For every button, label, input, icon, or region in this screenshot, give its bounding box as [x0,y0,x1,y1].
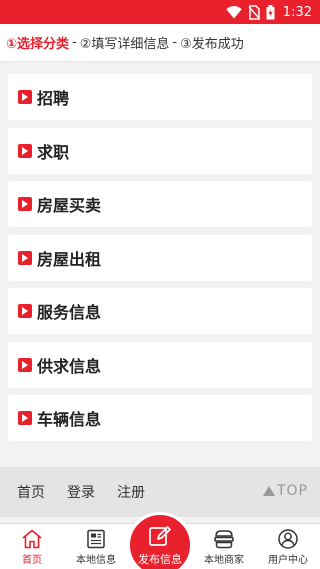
arrow-right-icon [18,357,32,372]
publish-slot: 发布信息 [127,512,193,569]
tab-local-info-label: 本地信息 [76,555,116,566]
store-icon [214,530,234,549]
category-item-recruitment[interactable]: 招聘 [8,74,312,120]
category-label: 供求信息 [37,356,102,376]
tab-home[interactable]: 首页 [0,524,64,569]
tab-local-info[interactable]: 本地信息 [64,524,128,569]
category-label: 车辆信息 [37,410,102,429]
category-item-vehicles[interactable]: 车辆信息 [8,395,312,441]
category-label: 房屋出租 [37,249,102,269]
step-separator: - [172,35,178,50]
tab-user-center[interactable]: 用户中心 [256,524,320,569]
step-publish-success: ③发布成功 [180,37,244,52]
category-label: 招聘 [37,89,70,108]
arrow-right-icon [18,250,32,265]
edit-icon [149,525,171,546]
publish-label: 发布信息 [138,552,182,566]
category-label: 服务信息 [37,303,102,322]
arrow-right-icon [18,143,32,158]
category-label: 房屋买卖 [37,196,102,215]
category-item-house-rent[interactable]: 房屋出租 [8,234,312,281]
back-to-top-button[interactable]: TOP [262,483,308,499]
footer-links: 首页 登录 注册 TOP [0,467,320,517]
no-sim-icon [248,4,260,20]
bottom-tab-bar: 首页 本地信息 发布信息 本地商家 用户中心 [0,512,320,569]
tab-user-center-label: 用户中心 [268,555,308,566]
wifi-icon [226,5,242,18]
arrow-right-icon [18,90,32,104]
step-select-category: ①选择分类 [6,37,70,52]
arrow-right-icon [18,304,32,318]
tab-local-merchants[interactable]: 本地商家 [192,524,256,569]
step-separator: - [72,35,77,50]
home-icon [22,529,42,549]
back-to-top-label: TOP [276,483,308,499]
category-item-job-seeking[interactable]: 求职 [8,127,312,174]
progress-steps: ①选择分类 - ②填写详细信息 - ③发布成功 [0,24,320,62]
status-bar: 1:32 [0,0,320,24]
triangle-up-icon [262,486,275,496]
newspaper-icon [87,529,105,549]
arrow-right-icon [18,197,32,211]
step-fill-details: ②填写详细信息 [79,37,170,52]
user-icon [278,529,298,549]
footer-register-link[interactable]: 注册 [117,482,145,502]
category-label: 求职 [37,142,70,162]
arrow-right-icon [18,411,32,425]
category-item-supply-demand[interactable]: 供求信息 [8,341,312,388]
footer-login-link[interactable]: 登录 [67,482,95,502]
status-time: 1:32 [282,4,312,20]
tab-home-label: 首页 [22,555,42,566]
category-item-services[interactable]: 服务信息 [8,288,312,334]
category-item-house-sale[interactable]: 房屋买卖 [8,181,312,227]
publish-button[interactable]: 发布信息 [127,512,193,569]
footer-home-link[interactable]: 首页 [17,482,45,502]
battery-charging-icon [266,4,275,19]
tab-local-merchants-label: 本地商家 [204,555,244,566]
status-icons: 1:32 [226,3,312,21]
category-list: 招聘 求职 房屋买卖 房屋出租 服务信息 供求信息 车辆信息 [0,62,320,467]
